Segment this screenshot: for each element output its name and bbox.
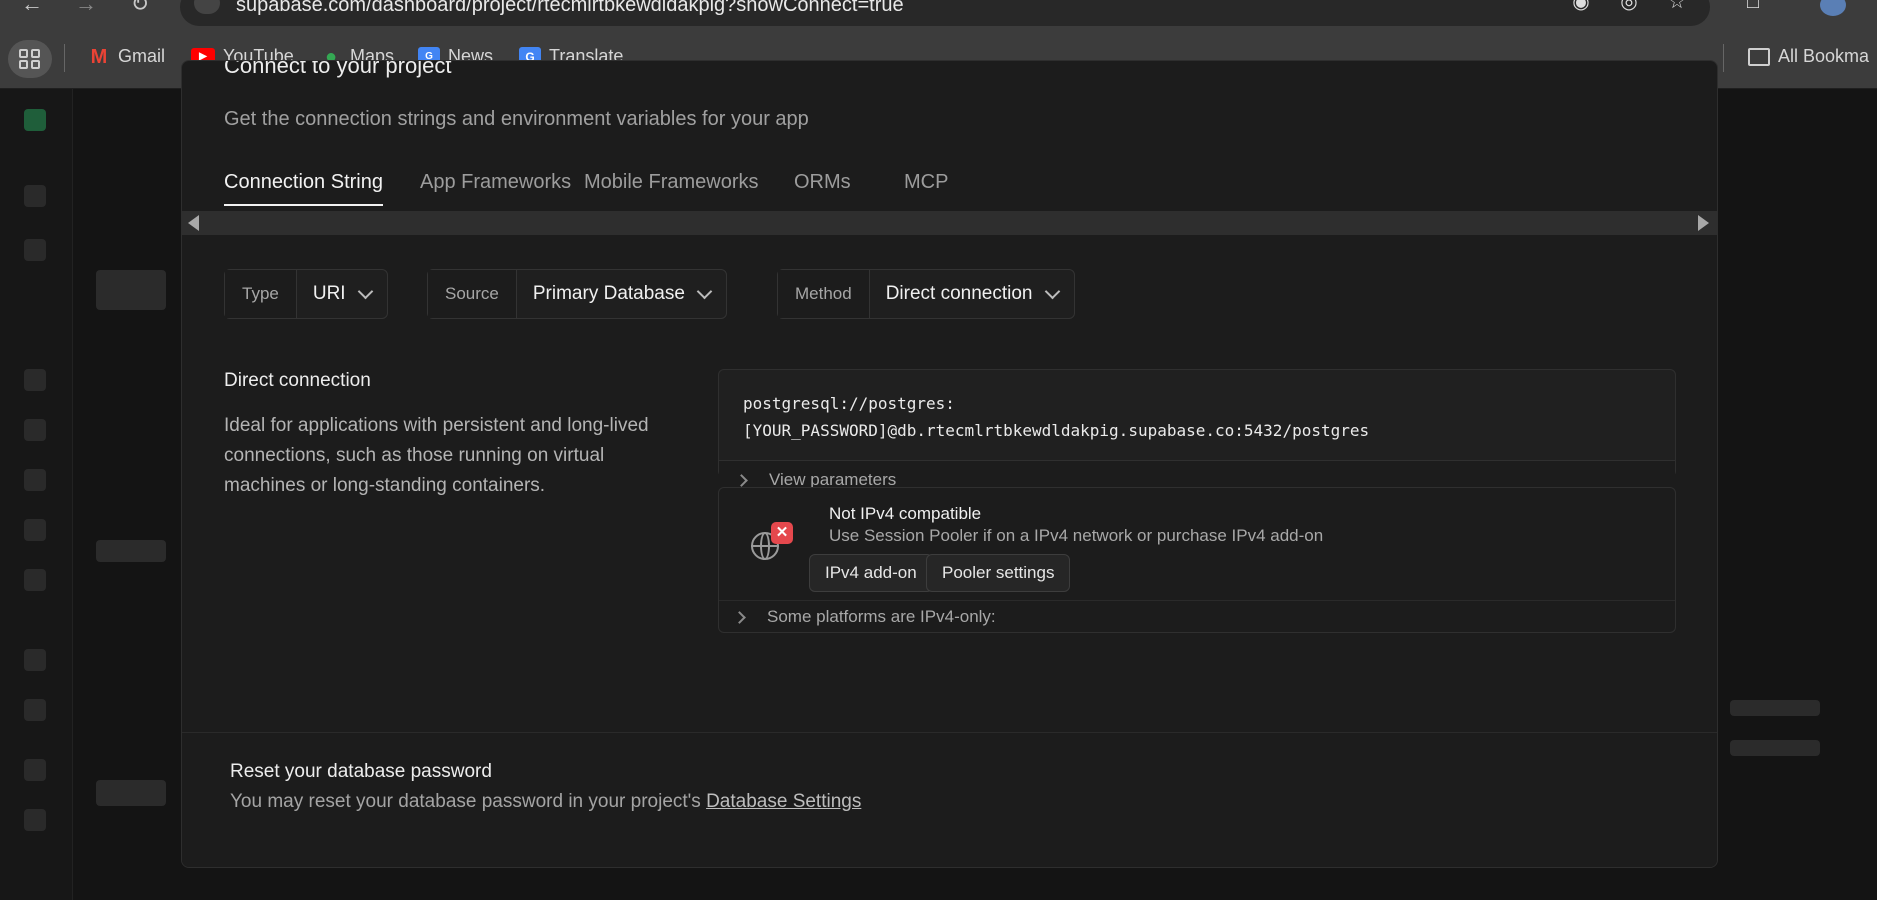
scroll-left-icon[interactable] xyxy=(188,215,199,231)
method-select-text: Direct connection xyxy=(885,283,1033,304)
connection-string-box[interactable]: postgresql://postgres: [YOUR_PASSWORD]@d… xyxy=(718,369,1676,499)
scroll-right-icon[interactable] xyxy=(1698,215,1709,231)
divider xyxy=(1723,44,1724,72)
bookmark-label: Gmail xyxy=(118,46,166,66)
connection-title: Direct connection xyxy=(224,370,371,391)
dashboard-sidebar xyxy=(0,89,73,900)
profile-avatar[interactable] xyxy=(1820,0,1846,16)
database-icon xyxy=(24,369,46,391)
connection-string-code[interactable]: postgresql://postgres: [YOUR_PASSWORD]@d… xyxy=(743,390,1369,444)
type-select-text: URI xyxy=(312,283,346,304)
reset-password-title: Reset your database password xyxy=(230,761,492,782)
ipv4-warning: ✕ Not IPv4 compatible Use Session Pooler… xyxy=(718,487,1676,633)
source-select-text: Primary Database xyxy=(532,283,685,304)
pooler-settings-button[interactable]: Pooler settings xyxy=(926,554,1071,592)
chevron-right-icon xyxy=(733,611,746,624)
connection-description: Ideal for applications with persistent a… xyxy=(224,415,649,496)
blurred-text xyxy=(96,540,166,562)
extensions-puzzle-icon[interactable]: □ xyxy=(1740,0,1766,16)
blurred-text xyxy=(1730,700,1820,716)
chevron-right-icon xyxy=(735,474,748,487)
blurred-text xyxy=(1730,740,1820,756)
ipv4-platforms-toggle[interactable]: Some platforms are IPv4-only: xyxy=(719,600,1675,633)
all-bookmarks-label: All Bookma xyxy=(1778,46,1870,66)
all-bookmarks[interactable]: All Bookma xyxy=(1748,46,1869,67)
modal-subtitle: Get the connection strings and environme… xyxy=(224,108,809,130)
browser-top-bar: ← → ↻ supabase.com/dashboard/project/rte… xyxy=(0,0,1877,30)
tab-app-frameworks[interactable]: App Frameworks xyxy=(420,171,571,204)
settings-icon xyxy=(24,809,46,831)
reset-password-description: You may reset your database password in … xyxy=(230,791,861,813)
home-icon xyxy=(24,185,46,207)
star-icon[interactable]: ☆ xyxy=(1664,0,1690,16)
method-select-value[interactable]: Direct connection xyxy=(870,270,1074,318)
reload-icon[interactable]: ↻ xyxy=(126,0,154,22)
forward-icon[interactable]: → xyxy=(72,0,100,22)
advisor-icon xyxy=(24,649,46,671)
tab-orms[interactable]: ORMs xyxy=(794,171,851,204)
auth-icon xyxy=(24,419,46,441)
ipv4-platforms-label: Some platforms are IPv4-only: xyxy=(767,607,996,626)
method-select[interactable]: Method Direct connection xyxy=(777,269,1075,319)
logo-icon xyxy=(24,109,46,131)
chevron-down-icon xyxy=(1044,283,1060,300)
tabs-scrollbar[interactable] xyxy=(182,211,1717,235)
modal-title: Connect to your project xyxy=(224,60,452,78)
reset-password-section: Reset your database password You may res… xyxy=(182,732,1717,867)
url-text[interactable]: supabase.com/dashboard/project/rtecmlrtb… xyxy=(236,0,904,17)
ipv4-addon-button[interactable]: IPv4 add-on xyxy=(809,554,933,592)
eye-off-icon[interactable]: ◎ xyxy=(1616,0,1642,16)
reports-icon xyxy=(24,699,46,721)
apps-grid-icon[interactable] xyxy=(8,40,52,78)
chevron-down-icon xyxy=(357,283,373,300)
type-select-value[interactable]: URI xyxy=(297,270,387,318)
source-select-label: Source xyxy=(428,270,517,318)
gmail-icon: M xyxy=(90,45,108,68)
blurred-heading xyxy=(96,270,166,310)
database-settings-link[interactable]: Database Settings xyxy=(706,791,861,812)
tab-mobile-frameworks[interactable]: Mobile Frameworks xyxy=(584,171,758,204)
connect-modal: Connect to your project Get the connecti… xyxy=(181,60,1718,868)
error-x-icon: ✕ xyxy=(771,522,793,544)
ipv4-title: Not IPv4 compatible xyxy=(829,504,982,523)
method-select-label: Method xyxy=(778,270,870,318)
type-select[interactable]: Type URI xyxy=(224,269,388,319)
ipv4-description: Use Session Pooler if on a IPv4 network … xyxy=(829,526,1324,545)
table-icon xyxy=(24,239,46,261)
folder-icon xyxy=(1748,47,1770,66)
blurred-text xyxy=(96,780,166,806)
source-select[interactable]: Source Primary Database xyxy=(427,269,727,319)
code-line-1: postgresql://postgres: xyxy=(743,394,955,413)
storage-icon xyxy=(24,469,46,491)
chevron-down-icon xyxy=(696,283,713,300)
source-select-value[interactable]: Primary Database xyxy=(517,270,726,318)
logs-icon xyxy=(24,759,46,781)
back-icon[interactable]: ← xyxy=(18,0,46,22)
bookmark-gmail[interactable]: M Gmail xyxy=(88,46,165,67)
extension-icon[interactable]: ◉ xyxy=(1568,0,1594,16)
realtime-icon xyxy=(24,569,46,591)
divider xyxy=(64,44,65,72)
functions-icon xyxy=(24,519,46,541)
type-select-label: Type xyxy=(225,270,297,318)
reset-password-text: You may reset your database password in … xyxy=(230,791,707,812)
tab-mcp[interactable]: MCP xyxy=(904,171,948,204)
code-line-2: [YOUR_PASSWORD]@db.rtecmlrtbkewdldakpig.… xyxy=(743,421,1370,440)
tab-connection-string[interactable]: Connection String xyxy=(224,171,383,206)
